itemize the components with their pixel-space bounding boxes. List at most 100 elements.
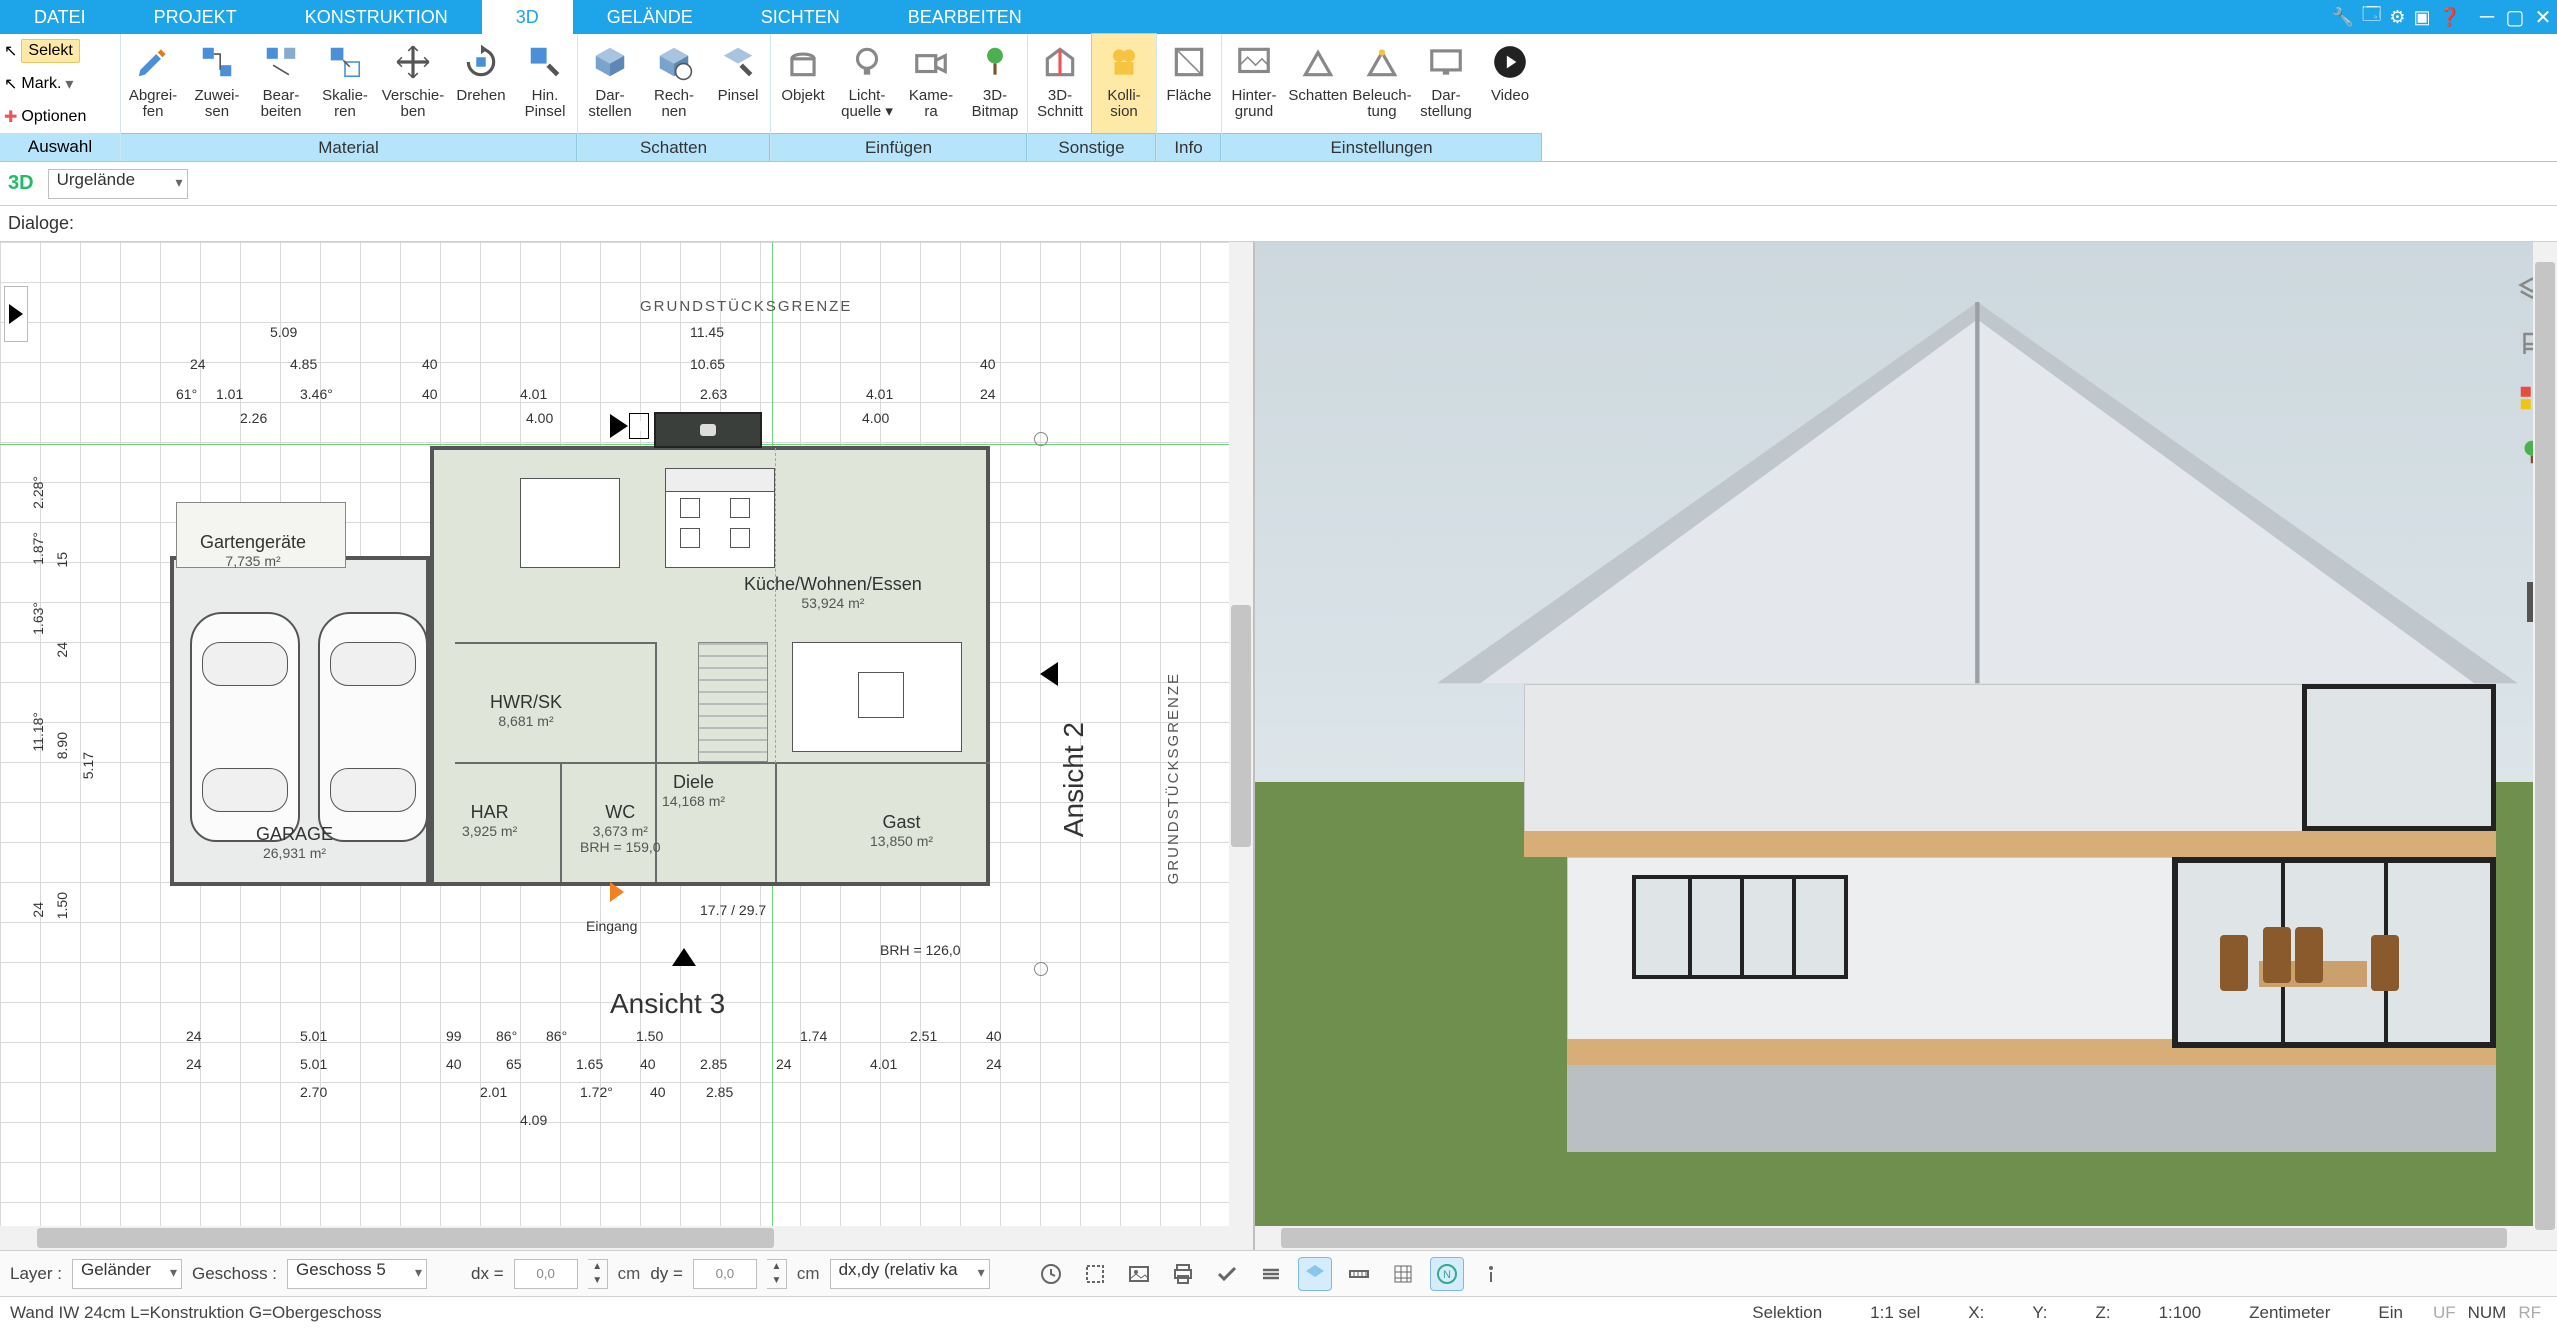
darstellung-button[interactable]: Dar- stellung — [1414, 34, 1478, 133]
tab-bearbeiten[interactable]: BEARBEITEN — [874, 0, 1056, 34]
scrollbar-vertical-2d[interactable] — [1229, 242, 1253, 1250]
scrollbar-vertical-3d[interactable] — [2533, 242, 2557, 1250]
tab-3d[interactable]: 3D — [482, 0, 573, 34]
scrollbar-horizontal-2d[interactable] — [0, 1226, 1229, 1250]
tool-icon[interactable]: 🔧 — [2331, 7, 2353, 28]
bearbeiten-button[interactable]: Bear- beiten — [249, 34, 313, 133]
verschieben-button[interactable]: Verschie- ben — [377, 34, 449, 133]
eingang-label: Eingang — [586, 918, 637, 934]
video-button[interactable]: Video — [1478, 34, 1542, 133]
info-group-label: Info — [1157, 133, 1221, 161]
image-icon[interactable] — [1122, 1257, 1156, 1291]
stack-icon[interactable] — [1254, 1257, 1288, 1291]
tab-datei[interactable]: DATEI — [0, 0, 120, 34]
beleuchtung-button[interactable]: Beleuch- tung — [1350, 34, 1414, 133]
gear-icon[interactable]: ⚙ — [2389, 7, 2405, 28]
pinsel-button[interactable]: Pinsel — [706, 34, 770, 133]
ruler-icon[interactable] — [1342, 1257, 1376, 1291]
entrance-marker — [610, 882, 624, 902]
tab-sichten[interactable]: SICHTEN — [727, 0, 874, 34]
zuweisen-button[interactable]: Zuwei- sen — [185, 34, 249, 133]
layer-label: Layer : — [10, 1264, 62, 1284]
room-har-name: HAR — [462, 802, 517, 823]
tab-projekt[interactable]: PROJEKT — [120, 0, 271, 34]
3d-schnitt-button[interactable]: 3D- Schnitt — [1028, 34, 1092, 133]
material-group-label: Material — [121, 133, 577, 161]
view-2d[interactable]: GRUNDSTÜCKSGRENZE GRUNDSTÜCKSGRENZE ±0.0… — [0, 242, 1255, 1250]
room-garten-area: 7,735 m² — [200, 553, 306, 569]
room-wc-name: WC — [580, 802, 661, 823]
selection-frame-icon[interactable] — [1078, 1257, 1112, 1291]
car-icon — [318, 612, 428, 842]
expand-panel-button[interactable] — [4, 286, 28, 342]
einfuegen-group-label: Einfügen — [771, 133, 1027, 161]
dx-spinner[interactable]: ▲▼ — [588, 1259, 608, 1289]
objekt-button[interactable]: Objekt — [771, 34, 835, 133]
help-icon[interactable]: ❓ — [2439, 7, 2461, 28]
room-har-area: 3,925 m² — [462, 823, 517, 839]
layer-select[interactable]: Geländer — [72, 1259, 182, 1289]
mark-button[interactable]: Mark. — [21, 75, 61, 93]
status-y: Y: — [2008, 1303, 2071, 1323]
window-icon[interactable]: 🗔 — [2362, 2, 2382, 32]
dy-input[interactable] — [693, 1259, 757, 1289]
dy-spinner[interactable]: ▲▼ — [767, 1259, 787, 1289]
view-3d[interactable] — [1255, 242, 2557, 1250]
hintergrund-button[interactable]: Hinter- grund — [1222, 34, 1286, 133]
kamera-button[interactable]: Kame- ra — [899, 34, 963, 133]
title-icons: 🔧 🗔 ⚙ ▣ ❓ — [2331, 0, 2473, 34]
room-gast-area: 13,850 m² — [870, 833, 933, 849]
cube-icon[interactable]: ▣ — [2414, 7, 2431, 28]
optionen-button[interactable]: Optionen — [21, 108, 86, 126]
tab-konstruktion[interactable]: KONSTRUKTION — [271, 0, 482, 34]
close-button[interactable]: ✕ — [2529, 0, 2557, 34]
info-icon[interactable] — [1474, 1257, 1508, 1291]
dx-input[interactable] — [514, 1259, 578, 1289]
schatten-settings-button[interactable]: Schatten — [1286, 34, 1350, 133]
room-diele-area: 14,168 m² — [662, 793, 725, 809]
hinpinsel-button[interactable]: Hin. Pinsel — [513, 34, 577, 133]
plan-overlay: GRUNDSTÜCKSGRENZE GRUNDSTÜCKSGRENZE ±0.0… — [0, 242, 1229, 1226]
caption-right: GRUNDSTÜCKSGRENZE — [1165, 672, 1182, 884]
cursor-icon: ↖ — [4, 74, 17, 94]
clock-icon[interactable] — [1034, 1257, 1068, 1291]
layer-combo[interactable]: Urgelände — [48, 169, 188, 199]
status-bar: Wand IW 24cm L=Konstruktion G=Obergescho… — [0, 1296, 2557, 1328]
snap-icon[interactable] — [1298, 1257, 1332, 1291]
check-icon[interactable] — [1210, 1257, 1244, 1291]
darstellen-button[interactable]: Dar- stellen — [578, 34, 642, 133]
print-icon[interactable] — [1166, 1257, 1200, 1291]
skalieren-button[interactable]: Skalie- ren — [313, 34, 377, 133]
context-bar: 3D Urgelände — [0, 162, 2557, 206]
grid-icon[interactable] — [1386, 1257, 1420, 1291]
kollision-button[interactable]: Kolli- sion — [1092, 34, 1156, 133]
north-icon[interactable]: N — [1430, 1257, 1464, 1291]
abgreifen-button[interactable]: Abgrei- fen — [121, 34, 185, 133]
dy-unit: cm — [797, 1264, 820, 1284]
ribbon-group-einfuegen: Objekt Licht- quelle ▾ Kame- ra 3D- Bitm… — [771, 34, 1027, 161]
coord-mode-select[interactable]: dx,dy (relativ ka — [830, 1259, 990, 1289]
3d-bitmap-button[interactable]: 3D- Bitmap — [963, 34, 1027, 133]
status-ein: Ein — [2354, 1303, 2427, 1323]
selekt-button[interactable]: Selekt — [21, 39, 79, 63]
context-tag: 3D — [8, 172, 34, 195]
drehen-button[interactable]: Drehen — [449, 34, 513, 133]
bottom-toolbar: Layer : Geländer Geschoss : Geschoss 5 d… — [0, 1250, 2557, 1296]
dialog-row: Dialoge: — [0, 206, 2557, 242]
geschoss-select[interactable]: Geschoss 5 — [287, 1259, 427, 1289]
status-scale: 1:100 — [2135, 1303, 2226, 1323]
tab-gelaende[interactable]: GELÄNDE — [573, 0, 727, 34]
room-kueche-name: Küche/Wohnen/Essen — [744, 574, 922, 595]
room-wc-brh: BRH = 159,0 — [580, 839, 661, 855]
maximize-button[interactable]: ▢ — [2501, 0, 2529, 34]
rechnen-button[interactable]: Rech- nen — [642, 34, 706, 133]
scrollbar-horizontal-3d[interactable] — [1255, 1226, 2533, 1250]
lichtquelle-button[interactable]: Licht- quelle ▾ — [835, 34, 899, 133]
ribbon: ↖Selekt ↖Mark.▾ ✚Optionen Auswahl Abgrei… — [0, 34, 2557, 162]
dx-label: dx = — [471, 1264, 504, 1284]
status-selection: Selektion — [1728, 1303, 1846, 1323]
minimize-button[interactable]: ─ — [2473, 0, 2501, 34]
dialoge-label: Dialoge: — [8, 213, 74, 234]
room-hwr-area: 8,681 m² — [490, 713, 562, 729]
flaeche-button[interactable]: Fläche — [1157, 34, 1221, 133]
